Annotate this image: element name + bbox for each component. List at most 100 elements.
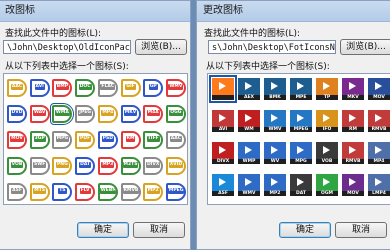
icon-option[interactable]: MPEG xyxy=(288,110,312,132)
icon-option[interactable]: WMV xyxy=(165,77,187,99)
icon-option[interactable]: WM xyxy=(236,110,260,132)
icon-option[interactable]: IFO xyxy=(314,110,338,132)
icon-option[interactable]: WMV xyxy=(262,110,286,132)
icon-option[interactable]: MTS xyxy=(29,181,51,203)
icon-option[interactable]: PSD xyxy=(97,129,119,151)
icon-option[interactable]: MOV xyxy=(6,129,28,151)
icon-ext-label: MOV xyxy=(373,95,385,100)
icon-option[interactable]: DIVX xyxy=(210,142,234,164)
icon-option[interactable]: AAC xyxy=(165,129,187,151)
icon-ext-label: MPE xyxy=(295,95,307,100)
icon-option[interactable]: MP2 xyxy=(142,181,164,203)
file-badge-icon: MP3 xyxy=(97,157,118,175)
icon-option[interactable]: VOB xyxy=(6,155,28,177)
icon-option[interactable]: LMP4 xyxy=(366,174,390,196)
icon-option[interactable]: TS xyxy=(51,181,73,203)
icon-option[interactable]: FLAC xyxy=(97,77,119,99)
icon-option[interactable]: ASF xyxy=(210,174,234,196)
cancel-button[interactable]: 取消 xyxy=(133,222,185,238)
browse-button[interactable]: 浏览(B)... xyxy=(135,39,187,55)
icon-option[interactable]: MOV xyxy=(340,174,364,196)
icon-option[interactable]: VOB xyxy=(314,142,338,164)
icon-option[interactable] xyxy=(209,75,237,103)
icon-list[interactable]: AEX BMK MPE TP MKV MOV AVI WM WMV MPEG IFO RM RMVB DI… xyxy=(207,73,390,205)
media-file-icon: MKV xyxy=(342,78,364,100)
ok-button[interactable]: 确定 xyxy=(279,222,331,238)
icon-option[interactable]: WMP xyxy=(236,142,260,164)
icon-option[interactable]: SWF xyxy=(29,155,51,177)
icon-option[interactable]: FLV xyxy=(74,181,96,203)
icon-option[interactable]: RMVB xyxy=(120,181,142,203)
icon-ext-label: BMP xyxy=(55,83,69,90)
file-badge-icon: DOC xyxy=(75,79,96,97)
icon-option[interactable]: DVD xyxy=(6,103,28,125)
icon-option[interactable]: XVID xyxy=(165,155,187,177)
icon-option[interactable]: GP xyxy=(142,77,164,99)
icon-option[interactable]: DIVX xyxy=(142,155,164,177)
icon-ext-label: VOB xyxy=(10,161,24,168)
icon-option[interactable]: WEBM xyxy=(97,181,119,203)
icon-option[interactable]: 3GP xyxy=(29,129,51,151)
icon-option[interactable]: MKV xyxy=(340,78,364,100)
icon-list[interactable]: AAC AVI BMP DOC FLAC GIF GP WMV DVD WAV WMA JPEG MP4… xyxy=(3,73,188,205)
cancel-button[interactable]: 取消 xyxy=(335,222,387,238)
icon-option[interactable]: AVI xyxy=(29,77,51,99)
icon-option[interactable]: AAC xyxy=(6,77,28,99)
icon-option[interactable]: MPG xyxy=(51,129,73,151)
icon-ext-label: RMVB xyxy=(122,187,139,194)
icon-option[interactable]: TIFF xyxy=(142,129,164,151)
icon-ext-label: WAV xyxy=(32,109,47,116)
icon-option[interactable]: MPE xyxy=(288,78,312,100)
icon-option[interactable]: PDF xyxy=(74,129,96,151)
browse-button[interactable]: 浏览(B)... xyxy=(340,39,390,55)
icon-file-path-input[interactable]: s\John\Desktop\FotIconsNew.dll xyxy=(208,40,336,54)
media-file-icon xyxy=(209,75,237,103)
icon-option[interactable]: MP4 xyxy=(366,142,390,164)
icon-option[interactable]: OGG xyxy=(165,103,187,125)
media-file-icon: MOV xyxy=(368,78,390,100)
icon-option[interactable]: RMVB xyxy=(340,142,364,164)
media-file-icon: ASF xyxy=(212,174,234,196)
ok-button[interactable]: 确定 xyxy=(77,222,129,238)
media-file-icon: RM xyxy=(342,110,364,132)
icon-option[interactable]: GIF xyxy=(120,77,142,99)
icon-option[interactable]: RM xyxy=(340,110,364,132)
icon-option[interactable]: BMP xyxy=(51,77,73,99)
icon-option[interactable]: DAT xyxy=(288,174,312,196)
icon-option[interactable]: MP4 xyxy=(97,103,119,125)
icon-option[interactable]: WAV xyxy=(29,103,51,125)
icon-option[interactable]: ASF xyxy=(6,181,28,203)
icon-option[interactable]: OGM xyxy=(314,174,338,196)
icon-ext-label: SWF xyxy=(33,161,47,168)
icon-option[interactable]: DAT xyxy=(74,155,96,177)
icon-option[interactable]: TP xyxy=(314,78,338,100)
icon-option[interactable]: M4A xyxy=(142,103,164,125)
icon-option[interactable]: JPEG xyxy=(74,103,96,125)
icon-ext-label: DIVX xyxy=(216,159,230,164)
media-file-icon: AEX xyxy=(238,78,260,100)
icon-option[interactable]: MP3 xyxy=(97,155,119,177)
icon-option[interactable]: BMK xyxy=(262,78,286,100)
icon-option[interactable]: WMA xyxy=(50,103,75,125)
icon-option[interactable]: M2TS xyxy=(120,155,142,177)
icon-file-path-input[interactable]: \John\Desktop\OldIconPack.dll xyxy=(3,40,131,54)
icon-option[interactable]: MKV xyxy=(120,103,142,125)
icon-option[interactable]: MPEG xyxy=(165,181,187,203)
icon-ext-label: VOB xyxy=(321,159,333,164)
icon-option[interactable]: MOV xyxy=(366,78,390,100)
icon-option[interactable]: MPG xyxy=(288,142,312,164)
icon-option[interactable]: PNG xyxy=(51,155,73,177)
icon-ext-label: ASF xyxy=(11,187,23,194)
icon-option[interactable]: WMV xyxy=(236,174,260,196)
icon-option[interactable]: AEX xyxy=(236,78,260,100)
icon-option[interactable]: RM xyxy=(120,129,142,151)
media-file-icon: OGM xyxy=(316,174,338,196)
icon-option[interactable]: WV xyxy=(262,142,286,164)
icon-option[interactable]: DOC xyxy=(74,77,96,99)
play-icon xyxy=(271,146,278,154)
icon-ext-label: BMK xyxy=(269,95,281,100)
icon-option[interactable]: AVI xyxy=(210,110,234,132)
icon-option[interactable]: RMVB xyxy=(366,110,390,132)
icon-ext-label: OGM xyxy=(321,191,333,196)
icon-option[interactable]: MP2 xyxy=(262,174,286,196)
